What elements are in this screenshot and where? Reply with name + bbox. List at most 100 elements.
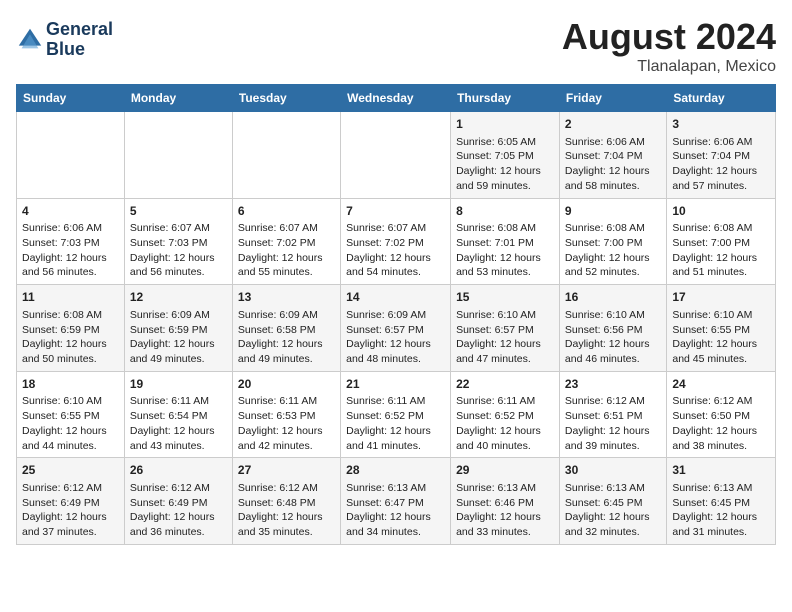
daylight-text: Daylight: 12 hours and 53 minutes. (456, 252, 541, 279)
daylight-text: Daylight: 12 hours and 58 minutes. (565, 165, 650, 192)
daylight-text: Daylight: 12 hours and 42 minutes. (238, 425, 323, 452)
day-number: 23 (565, 376, 661, 393)
daylight-text: Daylight: 12 hours and 48 minutes. (346, 338, 431, 365)
table-row: 13Sunrise: 6:09 AMSunset: 6:58 PMDayligh… (232, 285, 340, 372)
day-number: 6 (238, 203, 335, 220)
daylight-text: Daylight: 12 hours and 32 minutes. (565, 511, 650, 538)
table-row: 8Sunrise: 6:08 AMSunset: 7:01 PMDaylight… (451, 198, 560, 285)
day-number: 24 (672, 376, 770, 393)
day-number: 1 (456, 116, 554, 133)
sunrise-text: Sunrise: 6:13 AM (672, 482, 752, 494)
table-row (232, 112, 340, 199)
table-row: 17Sunrise: 6:10 AMSunset: 6:55 PMDayligh… (667, 285, 776, 372)
table-row: 28Sunrise: 6:13 AMSunset: 6:47 PMDayligh… (341, 458, 451, 545)
sunrise-text: Sunrise: 6:10 AM (672, 309, 752, 321)
calendar-header-row: Sunday Monday Tuesday Wednesday Thursday… (17, 85, 776, 112)
page-header: General Blue August 2024 Tlanalapan, Mex… (16, 16, 776, 76)
daylight-text: Daylight: 12 hours and 44 minutes. (22, 425, 107, 452)
table-row: 9Sunrise: 6:08 AMSunset: 7:00 PMDaylight… (559, 198, 666, 285)
table-row: 19Sunrise: 6:11 AMSunset: 6:54 PMDayligh… (124, 371, 232, 458)
sunrise-text: Sunrise: 6:12 AM (22, 482, 102, 494)
daylight-text: Daylight: 12 hours and 47 minutes. (456, 338, 541, 365)
sunset-text: Sunset: 6:55 PM (22, 410, 100, 422)
day-number: 25 (22, 462, 119, 479)
daylight-text: Daylight: 12 hours and 55 minutes. (238, 252, 323, 279)
table-row: 30Sunrise: 6:13 AMSunset: 6:45 PMDayligh… (559, 458, 666, 545)
table-row: 15Sunrise: 6:10 AMSunset: 6:57 PMDayligh… (451, 285, 560, 372)
sunrise-text: Sunrise: 6:06 AM (672, 136, 752, 148)
table-row: 27Sunrise: 6:12 AMSunset: 6:48 PMDayligh… (232, 458, 340, 545)
calendar-week-row: 25 Sunrise: 6:12 AM Sunset: 6:49 PM Dayligh… (17, 458, 776, 545)
day-number: 18 (22, 376, 119, 393)
sunset-text: Sunset: 7:03 PM (22, 237, 100, 249)
sunrise-text: Sunrise: 6:12 AM (672, 395, 752, 407)
day-number: 30 (565, 462, 661, 479)
daylight-text: Daylight: 12 hours and 54 minutes. (346, 252, 431, 279)
sunset-text: Sunset: 6:52 PM (346, 410, 424, 422)
sunset-text: Sunset: 7:03 PM (130, 237, 208, 249)
daylight-text: Daylight: 12 hours and 38 minutes. (672, 425, 757, 452)
daylight-text: Daylight: 12 hours and 56 minutes. (130, 252, 215, 279)
sunrise-text: Sunrise: 6:07 AM (346, 222, 426, 234)
sunrise-text: Sunrise: 6:10 AM (565, 309, 645, 321)
daylight-text: Daylight: 12 hours and 37 minutes. (22, 511, 107, 538)
sunset-text: Sunset: 6:57 PM (456, 324, 534, 336)
sunset-text: Sunset: 6:51 PM (565, 410, 643, 422)
daylight-text: Daylight: 12 hours and 51 minutes. (672, 252, 757, 279)
day-number: 17 (672, 289, 770, 306)
day-number: 12 (130, 289, 227, 306)
daylight-text: Daylight: 12 hours and 33 minutes. (456, 511, 541, 538)
sunset-text: Sunset: 6:59 PM (130, 324, 208, 336)
sunset-text: Sunset: 6:54 PM (130, 410, 208, 422)
table-row: 21Sunrise: 6:11 AMSunset: 6:52 PMDayligh… (341, 371, 451, 458)
header-thursday: Thursday (451, 85, 560, 112)
daylight-text: Daylight: 12 hours and 52 minutes. (565, 252, 650, 279)
daylight-text: Daylight: 12 hours and 31 minutes. (672, 511, 757, 538)
table-row: 10Sunrise: 6:08 AMSunset: 7:00 PMDayligh… (667, 198, 776, 285)
table-row: 12Sunrise: 6:09 AMSunset: 6:59 PMDayligh… (124, 285, 232, 372)
sunrise-text: Sunrise: 6:11 AM (238, 395, 317, 407)
daylight-text: Daylight: 12 hours and 43 minutes. (130, 425, 215, 452)
table-row: 4Sunrise: 6:06 AMSunset: 7:03 PMDaylight… (17, 198, 125, 285)
calendar-table: Sunday Monday Tuesday Wednesday Thursday… (16, 84, 776, 545)
day-number: 21 (346, 376, 445, 393)
header-friday: Friday (559, 85, 666, 112)
daylight-text: Daylight: 12 hours and 49 minutes. (238, 338, 323, 365)
day-number: 28 (346, 462, 445, 479)
sunset-text: Sunset: 6:49 PM (22, 497, 100, 509)
table-row (341, 112, 451, 199)
header-tuesday: Tuesday (232, 85, 340, 112)
sunrise-text: Sunrise: 6:13 AM (456, 482, 536, 494)
table-row: 6Sunrise: 6:07 AMSunset: 7:02 PMDaylight… (232, 198, 340, 285)
sunset-text: Sunset: 6:52 PM (456, 410, 534, 422)
table-row: 3Sunrise: 6:06 AMSunset: 7:04 PMDaylight… (667, 112, 776, 199)
table-row: 24 Sunrise: 6:12 AM Sunset: 6:50 PM Dayligh… (667, 371, 776, 458)
day-number: 3 (672, 116, 770, 133)
sunset-text: Sunset: 7:00 PM (565, 237, 643, 249)
day-number: 16 (565, 289, 661, 306)
daylight-text: Daylight: 12 hours and 35 minutes. (238, 511, 323, 538)
table-row: 7Sunrise: 6:07 AMSunset: 7:02 PMDaylight… (341, 198, 451, 285)
table-row: 2Sunrise: 6:06 AMSunset: 7:04 PMDaylight… (559, 112, 666, 199)
header-wednesday: Wednesday (341, 85, 451, 112)
day-number: 2 (565, 116, 661, 133)
day-number: 13 (238, 289, 335, 306)
daylight-text: Daylight: 12 hours and 59 minutes. (456, 165, 541, 192)
calendar-title: August 2024 (562, 16, 776, 58)
sunrise-text: Sunrise: 6:09 AM (130, 309, 210, 321)
sunset-text: Sunset: 6:50 PM (672, 410, 750, 422)
daylight-text: Daylight: 12 hours and 50 minutes. (22, 338, 107, 365)
sunrise-text: Sunrise: 6:09 AM (346, 309, 426, 321)
calendar-subtitle: Tlanalapan, Mexico (562, 58, 776, 76)
table-row: 18Sunrise: 6:10 AMSunset: 6:55 PMDayligh… (17, 371, 125, 458)
daylight-text: Daylight: 12 hours and 41 minutes. (346, 425, 431, 452)
sunset-text: Sunset: 6:47 PM (346, 497, 424, 509)
sunset-text: Sunset: 6:45 PM (565, 497, 643, 509)
day-number: 19 (130, 376, 227, 393)
table-row: 5Sunrise: 6:07 AMSunset: 7:03 PMDaylight… (124, 198, 232, 285)
header-sunday: Sunday (17, 85, 125, 112)
day-number: 27 (238, 462, 335, 479)
calendar-week-row: 11Sunrise: 6:08 AMSunset: 6:59 PMDayligh… (17, 285, 776, 372)
sunset-text: Sunset: 7:02 PM (238, 237, 316, 249)
table-row: 23Sunrise: 6:12 AMSunset: 6:51 PMDayligh… (559, 371, 666, 458)
